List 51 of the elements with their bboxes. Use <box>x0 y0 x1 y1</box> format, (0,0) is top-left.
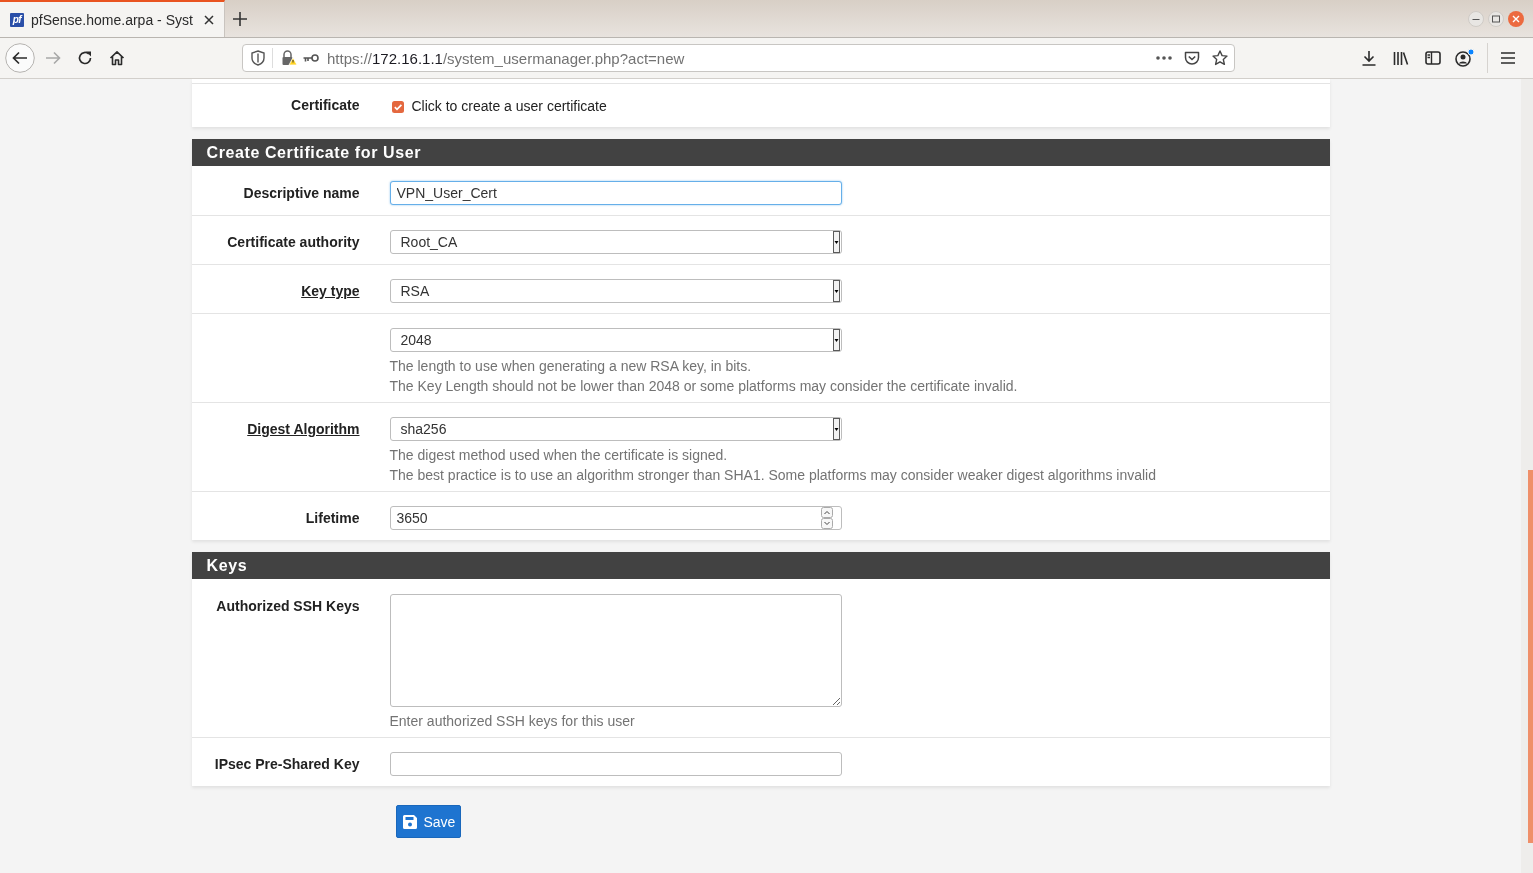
home-icon[interactable] <box>109 50 125 66</box>
dropdown-field[interactable]: Root_CA <box>389 230 842 254</box>
maximize-icon[interactable] <box>1488 10 1504 27</box>
text-field[interactable] <box>389 752 842 776</box>
close-window-icon[interactable] <box>1508 10 1524 27</box>
spinner-arrows-icon[interactable] <box>820 507 833 529</box>
checkbox-label[interactable]: Click to create a user certificate <box>411 97 607 114</box>
help-text: The Key Length should not be lower than 2048 or some platforms may consider the certificate invalid. <box>389 377 1019 396</box>
menu-icon[interactable] <box>1500 51 1516 65</box>
help-text: The best practice is to use an algorithm stronger than SHA1. Some platforms may consider weaker digest algorithms invalid <box>389 466 1157 485</box>
field-label: Certificate authority <box>227 234 360 250</box>
save-button[interactable]: Save <box>395 805 462 838</box>
key-icon[interactable] <box>303 53 319 63</box>
browser-tab[interactable]: pf pfSense.home.arpa - Syst <box>0 0 225 37</box>
dropdown-field[interactable]: RSA <box>389 279 842 303</box>
minimize-icon[interactable] <box>1468 10 1484 27</box>
checkbox[interactable] <box>391 101 404 113</box>
help-text: The length to use when generating a new RSA key, in bits. <box>389 357 753 376</box>
field-label: Descriptive name <box>243 185 360 201</box>
library-icon[interactable] <box>1393 50 1409 66</box>
dropdown-field[interactable]: 2048 <box>389 328 842 352</box>
help-text: Enter authorized SSH keys for this user <box>389 712 636 731</box>
account-icon[interactable] <box>1455 48 1475 68</box>
scrollbar-thumb[interactable] <box>1528 470 1533 843</box>
field-label: Certificate <box>291 97 360 113</box>
more-dots-icon[interactable] <box>1156 56 1172 60</box>
lock-warning-icon[interactable] <box>281 50 297 66</box>
address-bar[interactable]: https://172.16.1.1/system_usermanager.php?act=new <box>242 44 1235 72</box>
pocket-icon[interactable] <box>1184 50 1200 66</box>
shield-icon[interactable] <box>251 50 265 66</box>
number-field[interactable]: 3650 <box>389 506 842 530</box>
new-tab-plus-icon[interactable] <box>233 11 247 26</box>
star-icon[interactable] <box>1212 50 1228 66</box>
textarea-field[interactable] <box>389 594 842 707</box>
reload-icon[interactable] <box>77 50 93 66</box>
sidebar-icon[interactable] <box>1425 50 1441 66</box>
field-label: Authorized SSH Keys <box>216 598 360 614</box>
favicon: pf <box>10 12 24 27</box>
section-header: Keys <box>191 552 1330 579</box>
url-text[interactable]: https://172.16.1.1/system_usermanager.php?act=new <box>327 49 685 67</box>
field-label-link[interactable]: Key type <box>301 283 360 299</box>
help-text: The digest method used when the certificate is signed. <box>389 446 729 465</box>
section-header: Create Certificate for User <box>191 139 1330 166</box>
field-label: IPsec Pre-Shared Key <box>214 756 360 772</box>
field-label-link[interactable]: Digest Algorithm <box>247 421 360 437</box>
download-icon[interactable] <box>1361 50 1377 66</box>
dropdown-field[interactable]: sha256 <box>389 417 842 441</box>
field-label: Lifetime <box>305 510 360 526</box>
close-tab-icon[interactable] <box>204 14 214 25</box>
text-field[interactable]: VPN_User_Cert <box>389 181 842 205</box>
back-icon[interactable] <box>5 43 35 73</box>
